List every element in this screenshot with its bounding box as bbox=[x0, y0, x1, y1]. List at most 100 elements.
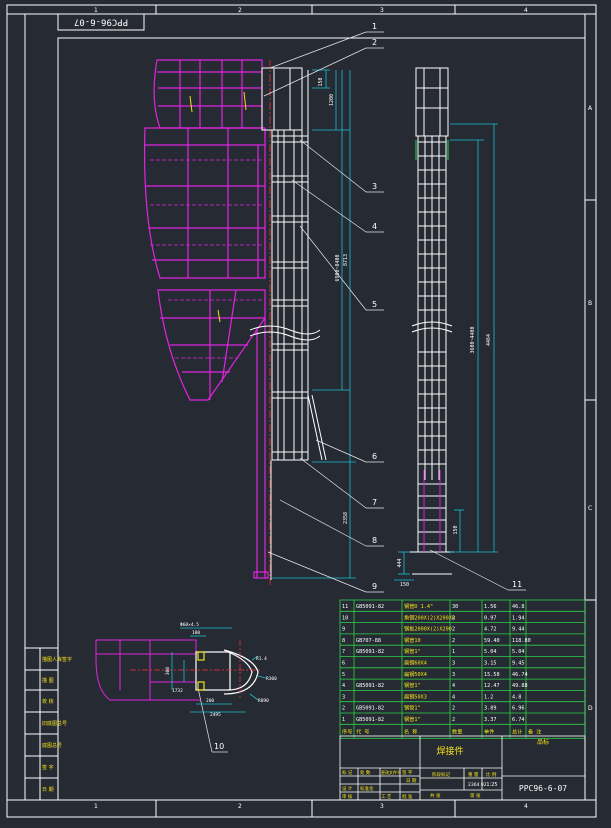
left-block-label: 旧底图总号 bbox=[42, 720, 67, 727]
engineering-drawing: 1 2 3 4 1 2 3 4 A B C D PPC96-6-07 150 1… bbox=[6, 4, 597, 818]
dim-det-9: R890 bbox=[258, 698, 269, 704]
bom-cell-no: 3 bbox=[342, 694, 345, 700]
leader-4: 4 bbox=[372, 222, 377, 231]
bom-header-cell: 序号 bbox=[342, 727, 352, 735]
dim-side-3: 150 bbox=[453, 525, 459, 534]
bom-cell-name: 扁钢50X4 bbox=[404, 670, 427, 678]
bom-cell-qty: 3 bbox=[452, 661, 455, 667]
bom-cell-total: 46.74 bbox=[512, 672, 528, 678]
grid-col-2-bottom: 2 bbox=[238, 803, 242, 810]
bom-cell-unit: 5.04 bbox=[484, 649, 497, 655]
dim-det-7: 200 bbox=[206, 698, 214, 704]
dim-det-8: 2495 bbox=[210, 712, 221, 718]
tb-standard: 标准化 bbox=[360, 785, 374, 792]
bom-cell-qty: 2 bbox=[452, 627, 455, 633]
leader-10: 10 bbox=[214, 742, 224, 751]
bom-cell-unit: 3.37 bbox=[484, 717, 497, 723]
tb-change-no: 更改文件号 bbox=[381, 769, 401, 775]
left-block-label: 签 字 bbox=[42, 764, 54, 771]
bom-cell-unit: 12.47 bbox=[484, 683, 500, 689]
bom-cell-code: GB5091-82 bbox=[356, 683, 384, 689]
bom-cell-total: 5.04 bbox=[512, 649, 525, 655]
left-block-label: 描 图 bbox=[42, 677, 54, 684]
inner-border bbox=[57, 37, 586, 801]
grid-row-d: D bbox=[588, 705, 593, 712]
left-block-label: 底图总号 bbox=[42, 742, 62, 749]
leader-2: 2 bbox=[372, 38, 377, 47]
main-dim-texts: 150 1200 6900~8400 8713 2358 bbox=[318, 77, 349, 524]
bom-cell-qty: 2 bbox=[452, 717, 455, 723]
bom-header-cell: 代 号 bbox=[356, 727, 370, 735]
bom-cell-no: 7 bbox=[342, 649, 345, 655]
leader-9: 9 bbox=[372, 582, 377, 591]
bom-cell-name: 钢管1" bbox=[404, 647, 421, 655]
bom-cell-unit: 0.97 bbox=[484, 615, 497, 621]
leader-1: 1 bbox=[372, 22, 377, 31]
bom-cell-total: 6.96 bbox=[512, 706, 525, 712]
bom-header-cell: 名 称 bbox=[404, 727, 418, 735]
bom-header-cell: 总计 bbox=[512, 727, 522, 735]
bom-header-cell: 单件 bbox=[484, 727, 494, 735]
detail-pipe bbox=[195, 649, 259, 695]
bom-cell-code: GB5091-82 bbox=[356, 706, 384, 712]
leader-8: 8 bbox=[372, 536, 377, 545]
drawing-number-box: PPC96-6-07 bbox=[57, 13, 145, 31]
leader-7: 7 bbox=[372, 498, 377, 507]
dim-det-5: R1.4 bbox=[256, 656, 267, 662]
dim-main-5: 2358 bbox=[343, 512, 349, 524]
dim-det-2: 180 bbox=[192, 630, 200, 636]
tb-weight-value: 2364.92 bbox=[468, 782, 487, 788]
grid-row-b: B bbox=[588, 300, 592, 307]
tb-signature: 签 字 bbox=[402, 769, 413, 776]
bom-cell-no: 5 bbox=[342, 672, 345, 678]
bom-cell-name: 钢板2000X(2)X200 bbox=[404, 625, 452, 633]
bom-cell-total: 9.44 bbox=[512, 627, 525, 633]
bom-cell-total: 1.94 bbox=[512, 615, 525, 621]
bom-cell-qty: 4 bbox=[452, 694, 455, 700]
grid-col-2-top: 2 bbox=[238, 7, 242, 14]
bom-table: 11 GB5091-82 钢管D 1.4" 30 1.56 46.810 角钢200X(2)… bbox=[342, 602, 542, 735]
dim-main-1: 150 bbox=[318, 77, 324, 86]
bom-cell-total: 6.74 bbox=[512, 717, 525, 723]
bom-cell-total: 46.8 bbox=[512, 604, 525, 610]
dim-det-1: Φ60×4.5 bbox=[180, 622, 199, 628]
drawing-number-rotated: PPC96-6-07 bbox=[74, 17, 128, 27]
bom-cell-total: 9.45 bbox=[512, 661, 525, 667]
tb-approve: 批 准 bbox=[402, 793, 413, 800]
tb-date: 日 期 bbox=[406, 778, 417, 784]
bom-cell-code: GB5091-82 bbox=[356, 604, 384, 610]
bom-cell-name: 角钢200X(2)X200X8 bbox=[404, 613, 455, 621]
leader-6: 6 bbox=[372, 452, 377, 461]
title-drawing-number: PPC96-6-07 bbox=[519, 784, 567, 793]
dim-det-6: R300 bbox=[266, 676, 277, 682]
bom-cell-unit: 4.72 bbox=[484, 627, 497, 633]
main-structure bbox=[143, 59, 269, 579]
bom-cell-code: GB707-88 bbox=[356, 638, 381, 644]
scale-ratio: 1:25 bbox=[486, 782, 497, 788]
dim-main-2: 1200 bbox=[329, 94, 335, 106]
bom-cell-name: 钢管D 1.4" bbox=[404, 602, 433, 610]
bom-cell-total: 49.88 bbox=[512, 683, 528, 689]
bom-cell-unit: 3.89 bbox=[484, 706, 497, 712]
bom-cell-qty: 2 bbox=[452, 638, 455, 644]
bom-cell-code: GB5091-82 bbox=[356, 649, 384, 655]
tb-mark: 标 记 bbox=[342, 769, 353, 776]
bom-cell-total: 118.80 bbox=[512, 638, 531, 644]
bom-cell-unit: 1.56 bbox=[484, 604, 497, 610]
dim-side-2: 4464 bbox=[486, 334, 492, 346]
bom-header-cell: 数量 bbox=[452, 727, 462, 735]
bom-cell-name: 扁钢60X4 bbox=[404, 659, 427, 667]
bom-cell-name: 扁钢50X3 bbox=[404, 692, 427, 700]
dim-side-5: 150 bbox=[400, 582, 409, 588]
tb-design: 设 计 bbox=[342, 785, 353, 792]
grid-col-4-top: 4 bbox=[524, 7, 528, 14]
leader-3: 3 bbox=[372, 182, 377, 191]
grid-col-3-bottom: 3 bbox=[380, 803, 384, 810]
bom-cell-no: 11 bbox=[342, 604, 348, 610]
leader-5: 5 bbox=[372, 300, 377, 309]
left-block-label: 描图人库签字 bbox=[42, 656, 72, 663]
tb-weight: 重 量 bbox=[468, 771, 479, 778]
bom-cell-qty: 3 bbox=[452, 672, 455, 678]
bom-cell-no: 9 bbox=[342, 627, 345, 633]
grid-col-3-top: 3 bbox=[380, 7, 384, 14]
